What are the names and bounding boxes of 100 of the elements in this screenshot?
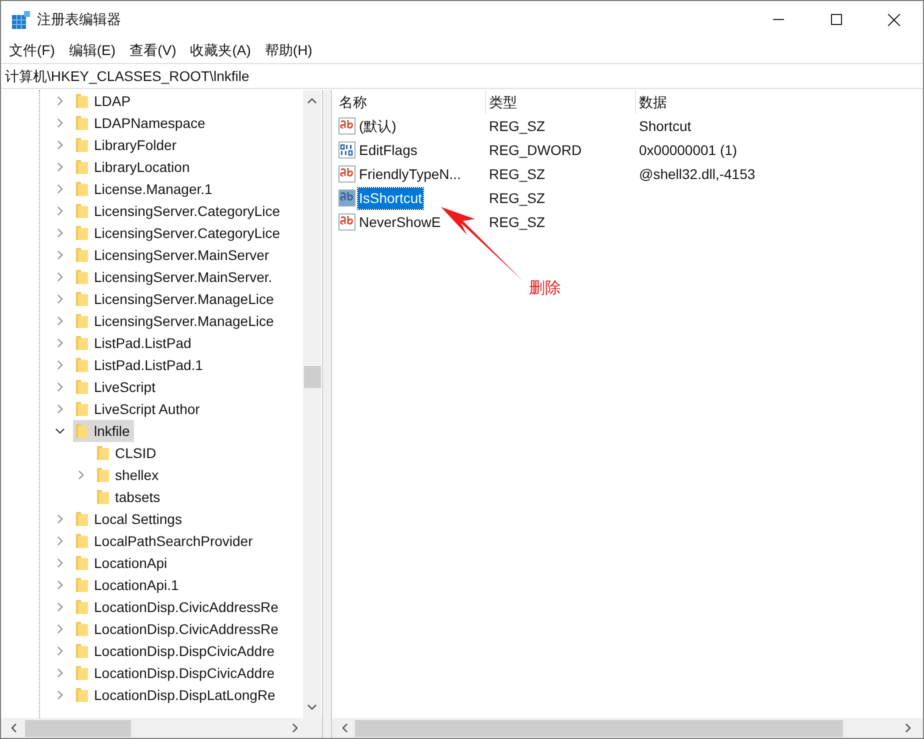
tree-item[interactable]: CLSID [94,442,160,464]
tree-item[interactable]: LicensingServer.MainServer [73,244,274,266]
folder-icon [75,511,89,527]
folder-icon [96,445,110,461]
tree-item[interactable]: LocationApi [73,552,172,574]
string-value-icon [338,165,356,183]
folder-icon [75,555,89,571]
menu-item[interactable]: 收藏夹(A) [190,40,251,61]
chevron-right-icon[interactable] [55,360,65,370]
menu-item[interactable]: 编辑(E) [68,40,116,61]
chevron-right-icon[interactable] [55,580,65,590]
tree-item[interactable]: LocationDisp.DispCivicAddre [73,640,279,662]
vertical-scrollbar[interactable] [303,90,321,718]
folder-icon [75,379,89,395]
column-header[interactable]: 名称 [336,90,486,114]
chevron-right-icon[interactable] [55,602,65,612]
chevron-right-icon[interactable] [55,206,65,216]
tree-item-label: LocationDisp.DispCivicAddre [94,642,275,661]
window-title: 注册表编辑器 [37,10,121,29]
column-header[interactable]: 类型 [486,90,636,114]
chevron-right-icon[interactable] [55,118,65,128]
chevron-right-icon[interactable] [55,96,65,106]
chevron-right-icon[interactable] [55,514,65,524]
value-name[interactable]: IsShortcut [358,188,424,208]
chevron-right-icon[interactable] [55,250,65,260]
scroll-left-icon[interactable] [340,723,350,733]
folder-icon [75,401,89,417]
tree-item[interactable]: LocationApi.1 [73,574,183,596]
chevron-right-icon[interactable] [55,228,65,238]
folder-icon [75,115,89,131]
tree-item[interactable]: LocationDisp.CivicAddressRe [73,596,282,618]
folder-icon [75,313,89,329]
tree-item[interactable]: LocationDisp.DispCivicAddre [73,662,279,684]
menu-item[interactable]: 查看(V) [130,40,176,61]
tree-item[interactable]: LDAPNamespace [73,112,210,134]
chevron-right-icon[interactable] [55,690,65,700]
tree-item[interactable]: shellex [94,464,163,486]
horizontal-scrollbar[interactable] [1,718,322,738]
chevron-right-icon[interactable] [76,470,86,480]
folder-icon [75,423,89,439]
tree-item[interactable]: LicensingServer.CategoryLice [73,200,284,222]
scroll-right-icon[interactable] [903,723,913,733]
value-name[interactable]: EditFlags [358,140,418,160]
chevron-right-icon[interactable] [55,338,65,348]
tree-item[interactable]: lnkfile [73,420,134,442]
chevron-right-icon[interactable] [55,272,65,282]
tree-item[interactable]: ListPad.ListPad [73,332,196,354]
tree-item[interactable]: License.Manager.1 [73,178,216,200]
column-header[interactable]: 数据 [636,90,786,114]
tree-item[interactable]: Local Settings [73,508,186,530]
chevron-right-icon[interactable] [55,140,65,150]
scroll-left-icon[interactable] [9,723,19,733]
scroll-down-icon[interactable] [307,702,317,712]
chevron-right-icon[interactable] [55,316,65,326]
scrollbar-thumb[interactable] [25,720,131,736]
tree-item[interactable]: LibraryFolder [73,134,180,156]
tree-item-label: LocationApi.1 [94,576,179,595]
app-icon [11,10,31,30]
tree-item-label: tabsets [115,488,160,506]
tree-item-label: CLSID [115,444,156,462]
tree-item[interactable]: tabsets [94,486,164,508]
tree-item[interactable]: LocationDisp.DispLatLongRe [73,684,280,706]
value-name[interactable]: FriendlyTypeN... [358,164,462,184]
value-name[interactable]: (默认) [358,116,398,136]
tree-item[interactable]: LicensingServer.CategoryLice [73,222,284,244]
chevron-right-icon[interactable] [55,294,65,304]
tree-item-label: lnkfile [94,422,130,440]
address-field[interactable]: 计算机\HKEY_CLASSES_ROOT\lnkfile [1,63,923,89]
scroll-right-icon[interactable] [290,723,300,733]
chevron-right-icon[interactable] [55,404,65,414]
tree-item[interactable]: LicensingServer.ManageLice [73,310,278,332]
scroll-up-icon[interactable] [307,96,317,106]
folder-icon [96,467,110,483]
tree-item[interactable]: LiveScript Author [73,398,204,420]
chevron-right-icon[interactable] [55,162,65,172]
menu-item[interactable]: 文件(F) [9,40,55,61]
chevron-right-icon[interactable] [55,558,65,568]
tree-item[interactable]: LocationDisp.CivicAddressRe [73,618,282,640]
value-name[interactable]: NeverShowE [358,212,442,232]
tree-item[interactable]: LDAP [73,90,135,112]
chevron-right-icon[interactable] [55,184,65,194]
scrollbar-thumb[interactable] [355,720,843,736]
tree-item[interactable]: LiveScript [73,376,160,398]
horizontal-scrollbar[interactable] [332,718,923,738]
tree-item[interactable]: LibraryLocation [73,156,194,178]
tree-item[interactable]: LicensingServer.ManageLice [73,288,278,310]
menu-item[interactable]: 帮助(H) [264,40,312,61]
chevron-right-icon[interactable] [55,668,65,678]
tree-item[interactable]: ListPad.ListPad.1 [73,354,207,376]
chevron-right-icon[interactable] [55,646,65,656]
chevron-down-icon[interactable] [55,426,65,436]
scrollbar-thumb[interactable] [304,366,320,388]
tree-item[interactable]: LicensingServer.MainServer. [73,266,276,288]
chevron-right-icon[interactable] [55,382,65,392]
tree-item-label: LocationDisp.CivicAddressRe [94,620,278,639]
chevron-right-icon[interactable] [55,536,65,546]
binary-value-icon [338,141,356,159]
tree-item[interactable]: LocalPathSearchProvider [73,530,257,552]
string-value-icon [338,213,356,231]
chevron-right-icon[interactable] [55,624,65,634]
